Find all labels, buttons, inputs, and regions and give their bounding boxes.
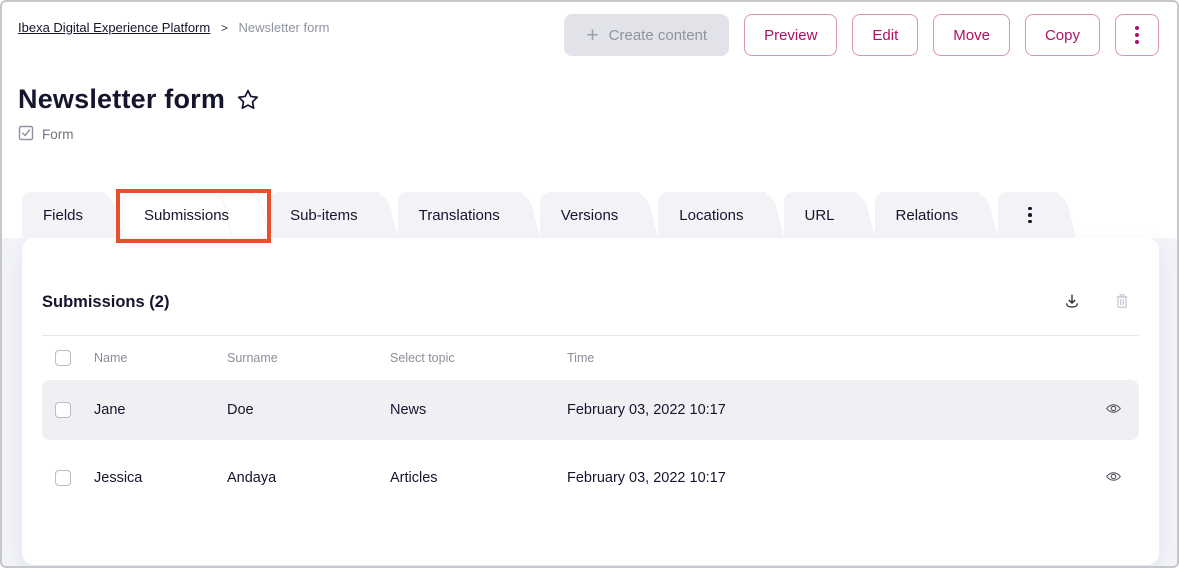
tab-more[interactable] bbox=[998, 192, 1076, 238]
create-content-label: Create content bbox=[609, 27, 707, 44]
copy-button[interactable]: Copy bbox=[1025, 14, 1100, 56]
column-header-topic: Select topic bbox=[390, 351, 567, 365]
action-toolbar: + Create content Preview Edit Move Copy bbox=[564, 14, 1159, 56]
eye-icon bbox=[1105, 400, 1122, 420]
page-title: Newsletter form bbox=[18, 84, 225, 115]
column-header-surname: Surname bbox=[227, 351, 390, 365]
edit-button[interactable]: Edit bbox=[852, 14, 918, 56]
move-button[interactable]: Move bbox=[933, 14, 1010, 56]
tab-submissions[interactable]: Submissions bbox=[123, 192, 269, 238]
app-window: Ibexa Digital Experience Platform > News… bbox=[0, 0, 1179, 568]
tab-relations[interactable]: Relations bbox=[875, 192, 999, 238]
table-header-row: Name Surname Select topic Time bbox=[42, 336, 1139, 380]
preview-button[interactable]: Preview bbox=[744, 14, 837, 56]
create-content-button[interactable]: + Create content bbox=[564, 14, 729, 56]
download-submissions-button[interactable] bbox=[1061, 290, 1083, 315]
more-actions-button[interactable] bbox=[1115, 14, 1159, 56]
tab-versions[interactable]: Versions bbox=[540, 192, 659, 238]
view-submission-button[interactable] bbox=[1103, 398, 1124, 422]
cell-topic: Articles bbox=[390, 470, 567, 486]
bookmark-star-icon[interactable] bbox=[235, 87, 261, 113]
submissions-panel: Submissions (2) bbox=[22, 238, 1159, 565]
cell-time: February 03, 2022 10:17 bbox=[567, 402, 1087, 418]
breadcrumb-root-link[interactable]: Ibexa Digital Experience Platform bbox=[18, 20, 210, 35]
table-row: Jane Doe News February 03, 2022 10:17 bbox=[42, 380, 1139, 440]
delete-submissions-button[interactable] bbox=[1111, 290, 1133, 315]
cell-topic: News bbox=[390, 402, 567, 418]
select-all-checkbox[interactable] bbox=[55, 350, 71, 366]
row-checkbox[interactable] bbox=[55, 402, 71, 418]
plus-icon: + bbox=[586, 25, 598, 46]
table-row: Jessica Andaya Articles February 03, 202… bbox=[42, 448, 1139, 508]
cell-time: February 03, 2022 10:17 bbox=[567, 470, 1087, 486]
view-submission-button[interactable] bbox=[1103, 466, 1124, 490]
kebab-icon bbox=[1028, 207, 1032, 224]
tab-locations[interactable]: Locations bbox=[658, 192, 783, 238]
tab-url[interactable]: URL bbox=[784, 192, 875, 238]
eye-icon bbox=[1105, 468, 1122, 488]
column-header-time: Time bbox=[567, 351, 1087, 365]
tab-sub-items[interactable]: Sub-items bbox=[269, 192, 398, 238]
kebab-icon bbox=[1135, 26, 1139, 44]
download-icon bbox=[1063, 292, 1081, 313]
submissions-heading: Submissions (2) bbox=[42, 293, 169, 312]
trash-icon bbox=[1113, 292, 1131, 313]
breadcrumb-current: Newsletter form bbox=[238, 20, 329, 35]
breadcrumb-separator: > bbox=[221, 21, 228, 35]
breadcrumb: Ibexa Digital Experience Platform > News… bbox=[18, 14, 330, 35]
cell-name: Jane bbox=[94, 402, 227, 418]
cell-surname: Doe bbox=[227, 402, 390, 418]
row-checkbox[interactable] bbox=[55, 470, 71, 486]
content-area: Submissions (2) bbox=[2, 238, 1177, 566]
content-type-icon bbox=[18, 125, 34, 144]
tab-translations[interactable]: Translations bbox=[398, 192, 540, 238]
column-header-name: Name bbox=[94, 351, 227, 365]
content-type-label: Form bbox=[42, 127, 74, 142]
tab-strip: Fields Submissions Sub-items Translation… bbox=[22, 192, 1159, 238]
cell-name: Jessica bbox=[94, 470, 227, 486]
tab-fields[interactable]: Fields bbox=[22, 192, 123, 238]
cell-surname: Andaya bbox=[227, 470, 390, 486]
page-header: Ibexa Digital Experience Platform > News… bbox=[2, 2, 1177, 238]
